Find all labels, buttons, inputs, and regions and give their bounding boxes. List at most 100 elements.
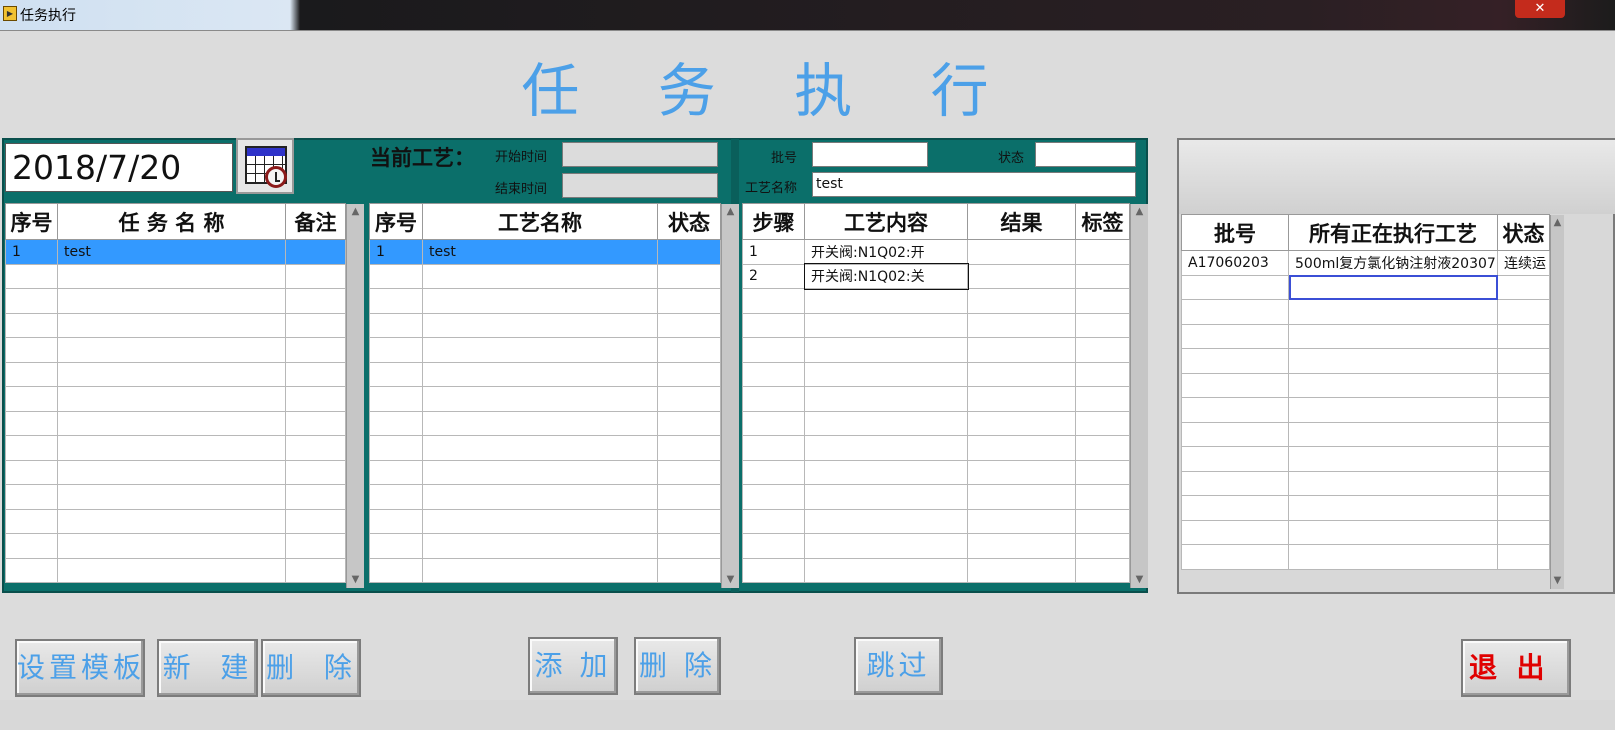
col-header[interactable]: 序号: [369, 203, 423, 240]
table-cell[interactable]: [1497, 495, 1550, 521]
table-cell[interactable]: [967, 459, 1076, 485]
table-cell[interactable]: [1075, 459, 1130, 485]
table-cell[interactable]: [5, 533, 58, 559]
table-cell[interactable]: [1075, 557, 1130, 583]
process-table-scrollbar[interactable]: ▲ ▼: [721, 204, 739, 588]
table-cell[interactable]: [967, 337, 1076, 363]
table-cell[interactable]: 1: [5, 239, 58, 265]
table-row-empty[interactable]: [5, 288, 346, 314]
table-cell[interactable]: [57, 410, 286, 436]
table-cell[interactable]: [742, 410, 805, 436]
table-row-empty[interactable]: [742, 288, 1130, 314]
table-row-empty[interactable]: [1181, 519, 1550, 545]
table-row-empty[interactable]: [369, 288, 721, 314]
table-row-empty[interactable]: [5, 459, 346, 485]
table-cell[interactable]: [1288, 470, 1498, 496]
table-cell[interactable]: [1181, 299, 1289, 325]
table-cell[interactable]: [967, 410, 1076, 436]
table-row-empty[interactable]: [742, 459, 1130, 485]
table-cell[interactable]: [1497, 299, 1550, 325]
table-cell[interactable]: [1181, 421, 1289, 447]
table-row-empty[interactable]: [5, 337, 346, 363]
table-cell[interactable]: [804, 288, 968, 314]
table-row-empty[interactable]: [1181, 397, 1550, 423]
table-cell[interactable]: [285, 533, 346, 559]
table-row-empty[interactable]: [5, 508, 346, 534]
scroll-down-icon[interactable]: ▼: [1131, 572, 1148, 588]
table-cell[interactable]: [1288, 446, 1498, 472]
table-cell[interactable]: [369, 337, 423, 363]
table-cell[interactable]: [742, 337, 805, 363]
table-cell[interactable]: test: [422, 239, 658, 265]
table-cell[interactable]: [804, 533, 968, 559]
batch-field[interactable]: [812, 142, 928, 167]
table-row-empty[interactable]: [1181, 544, 1550, 570]
table-row-empty[interactable]: [1181, 372, 1550, 398]
table-cell[interactable]: [5, 386, 58, 412]
table-row[interactable]: 1 开关阀:N1Q02:开: [742, 239, 1130, 265]
table-cell[interactable]: [967, 484, 1076, 510]
table-cell[interactable]: [804, 484, 968, 510]
table-cell[interactable]: [285, 386, 346, 412]
running-table-scrollbar[interactable]: ▲ ▼: [1550, 215, 1564, 589]
col-header[interactable]: 标签: [1075, 203, 1130, 240]
table-cell[interactable]: [657, 386, 721, 412]
table-cell[interactable]: [657, 288, 721, 314]
table-cell[interactable]: [657, 312, 721, 338]
table-cell[interactable]: [422, 435, 658, 461]
table-cell[interactable]: [657, 410, 721, 436]
table-row-empty[interactable]: [369, 337, 721, 363]
table-row[interactable]: A17060203 500ml复方氯化钠注射液20307 连续运: [1181, 250, 1550, 276]
table-cell[interactable]: [742, 508, 805, 534]
table-cell[interactable]: [285, 410, 346, 436]
table-cell[interactable]: [657, 361, 721, 387]
table-cell[interactable]: [1288, 397, 1498, 423]
table-cell[interactable]: [1497, 470, 1550, 496]
table-cell[interactable]: [1181, 495, 1289, 521]
table-cell[interactable]: [1181, 397, 1289, 423]
table-cell[interactable]: [804, 361, 968, 387]
table-row-empty[interactable]: [1181, 299, 1550, 325]
table-cell[interactable]: [369, 288, 423, 314]
table-cell[interactable]: [1288, 544, 1498, 570]
col-header[interactable]: 工艺名称: [422, 203, 658, 240]
table-cell[interactable]: [422, 288, 658, 314]
table-cell[interactable]: [369, 312, 423, 338]
table-cell[interactable]: [1181, 519, 1289, 545]
table-cell[interactable]: [285, 288, 346, 314]
table-row-empty[interactable]: [1181, 421, 1550, 447]
table-row-empty[interactable]: [742, 557, 1130, 583]
table-cell[interactable]: [285, 557, 346, 583]
table-cell[interactable]: [967, 386, 1076, 412]
status-field[interactable]: [1035, 142, 1136, 167]
table-row-empty[interactable]: [5, 484, 346, 510]
table-cell[interactable]: [1497, 348, 1550, 374]
table-row-empty[interactable]: [742, 312, 1130, 338]
table-row-empty[interactable]: [742, 533, 1130, 559]
table-cell[interactable]: [1181, 544, 1289, 570]
table-cell[interactable]: [804, 508, 968, 534]
table-cell[interactable]: [1288, 372, 1498, 398]
skip-button[interactable]: 跳过: [854, 637, 943, 695]
table-cell[interactable]: [422, 386, 658, 412]
table-cell[interactable]: [742, 533, 805, 559]
table-cell[interactable]: 500ml复方氯化钠注射液20307: [1288, 250, 1498, 276]
col-header[interactable]: 序号: [5, 203, 58, 240]
table-row-empty[interactable]: [742, 337, 1130, 363]
table-cell[interactable]: [57, 533, 286, 559]
table-cell[interactable]: [1288, 519, 1498, 545]
table-row-empty[interactable]: [5, 386, 346, 412]
table-cell[interactable]: [742, 435, 805, 461]
table-cell[interactable]: [657, 533, 721, 559]
table-cell[interactable]: 2: [742, 263, 805, 289]
table-cell[interactable]: [1288, 274, 1498, 300]
table-cell[interactable]: [369, 508, 423, 534]
table-row-empty[interactable]: [5, 435, 346, 461]
table-cell[interactable]: [657, 337, 721, 363]
table-cell[interactable]: [422, 263, 658, 289]
table-cell[interactable]: 连续运: [1497, 250, 1550, 276]
table-cell[interactable]: [1497, 274, 1550, 300]
table-cell[interactable]: [742, 386, 805, 412]
table-row-empty[interactable]: [742, 508, 1130, 534]
table-row-empty[interactable]: [369, 508, 721, 534]
